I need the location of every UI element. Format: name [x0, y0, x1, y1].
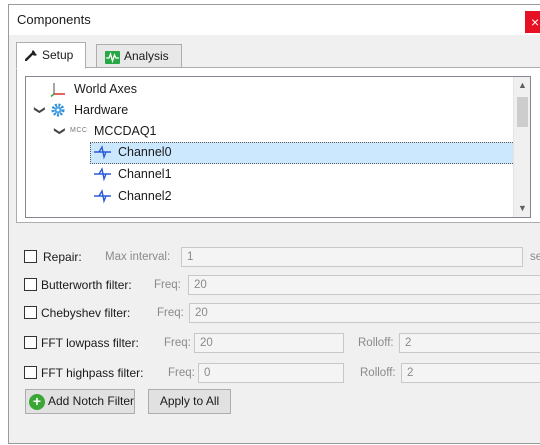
fft-lowpass-checkbox[interactable] [24, 336, 37, 349]
max-interval-label: Max interval: [105, 251, 171, 263]
repair-label: Repair: [43, 250, 82, 264]
apply-to-all-button[interactable]: Apply to All [148, 389, 231, 414]
tab-analysis[interactable]: Analysis [96, 44, 182, 68]
tree-item-label: Channel0 [118, 145, 172, 159]
chevron-down-icon[interactable]: ❯ [49, 127, 70, 137]
channel-icon [94, 189, 111, 204]
close-icon: × [531, 14, 540, 30]
apply-to-all-label: Apply to All [159, 394, 220, 408]
channel-icon [94, 167, 111, 182]
fft-lowpass-freq-label: Freq: [164, 337, 191, 349]
chebyshev-freq-label: Freq: [157, 307, 184, 319]
repair-checkbox[interactable] [24, 250, 37, 263]
tree-item-label: Channel2 [118, 189, 172, 203]
fft-lowpass-rolloff-input[interactable]: 2 [399, 333, 540, 353]
add-notch-filter-label: Add Notch Filter [48, 394, 135, 408]
add-icon: + [29, 394, 45, 410]
fft-highpass-checkbox[interactable] [24, 366, 37, 379]
fft-lowpass-rolloff-label: Rolloff: [358, 337, 394, 349]
fft-highpass-freq-input[interactable]: 0 [198, 363, 344, 383]
fft-lowpass-row: FFT lowpass filter: Freq: 20 Rolloff: 2 [24, 333, 540, 353]
axes-icon [50, 83, 65, 97]
fft-highpass-freq-label: Freq: [168, 367, 195, 379]
repair-row: Repair: Max interval: 1 sec [24, 247, 540, 267]
channel-icon [94, 145, 111, 160]
scroll-down-icon[interactable]: ▼ [514, 200, 530, 217]
butterworth-freq-input[interactable]: 20 [188, 275, 540, 295]
tab-analysis-label: Analysis [124, 49, 169, 63]
chebyshev-checkbox[interactable] [24, 306, 37, 319]
butterworth-label: Butterworth filter: [41, 278, 132, 292]
butterworth-freq-label: Freq: [154, 279, 181, 291]
component-tree[interactable]: World Axes ❯ Hardware ❯ MCC MCCDAQ1 Chan… [25, 76, 531, 218]
components-window: Components × Setup Analysis World Axes ❯… [8, 4, 540, 444]
mcc-logo-icon: MCC [70, 127, 88, 134]
chebyshev-freq-input[interactable]: 20 [189, 303, 540, 323]
max-interval-input[interactable]: 1 [181, 247, 523, 267]
tree-item-label: Channel1 [118, 167, 172, 181]
scroll-thumb[interactable] [517, 97, 528, 127]
close-button[interactable]: × [525, 11, 540, 33]
butterworth-checkbox[interactable] [24, 278, 37, 291]
waveform-icon [105, 51, 120, 64]
fft-highpass-row: FFT highpass filter: Freq: 0 Rolloff: 2 [24, 363, 540, 383]
tab-strip: Setup Analysis [16, 42, 540, 69]
fft-highpass-rolloff-input[interactable]: 2 [401, 363, 540, 383]
max-interval-unit: sec [530, 251, 540, 263]
tree-item-label: World Axes [74, 82, 137, 96]
filter-settings: Repair: Max interval: 1 sec Butterworth … [9, 231, 540, 445]
chebyshev-label: Chebyshev filter: [41, 306, 131, 320]
tree-item-label: Hardware [74, 103, 129, 117]
chebyshev-row: Chebyshev filter: Freq: 20 [24, 303, 540, 323]
gear-icon [51, 103, 65, 117]
fft-highpass-rolloff-label: Rolloff: [360, 367, 396, 379]
tab-setup[interactable]: Setup [16, 42, 86, 69]
chevron-down-icon[interactable]: ❯ [29, 106, 50, 116]
window-title: Components [17, 12, 91, 27]
scroll-up-icon[interactable]: ▲ [514, 77, 530, 94]
title-bar: Components × [9, 5, 540, 35]
setup-panel: World Axes ❯ Hardware ❯ MCC MCCDAQ1 Chan… [16, 67, 540, 223]
butterworth-row: Butterworth filter: Freq: 20 [24, 275, 540, 295]
fft-lowpass-label: FFT lowpass filter: [41, 336, 139, 350]
fft-lowpass-freq-input[interactable]: 20 [194, 333, 344, 353]
wrench-icon [25, 50, 37, 61]
tree-item-label: MCCDAQ1 [94, 124, 157, 138]
add-notch-filter-button[interactable]: + Add Notch Filter [25, 389, 135, 414]
tab-setup-label: Setup [42, 48, 74, 62]
fft-highpass-label: FFT highpass filter: [41, 366, 144, 380]
tree-scrollbar[interactable]: ▲ ▼ [513, 77, 530, 217]
